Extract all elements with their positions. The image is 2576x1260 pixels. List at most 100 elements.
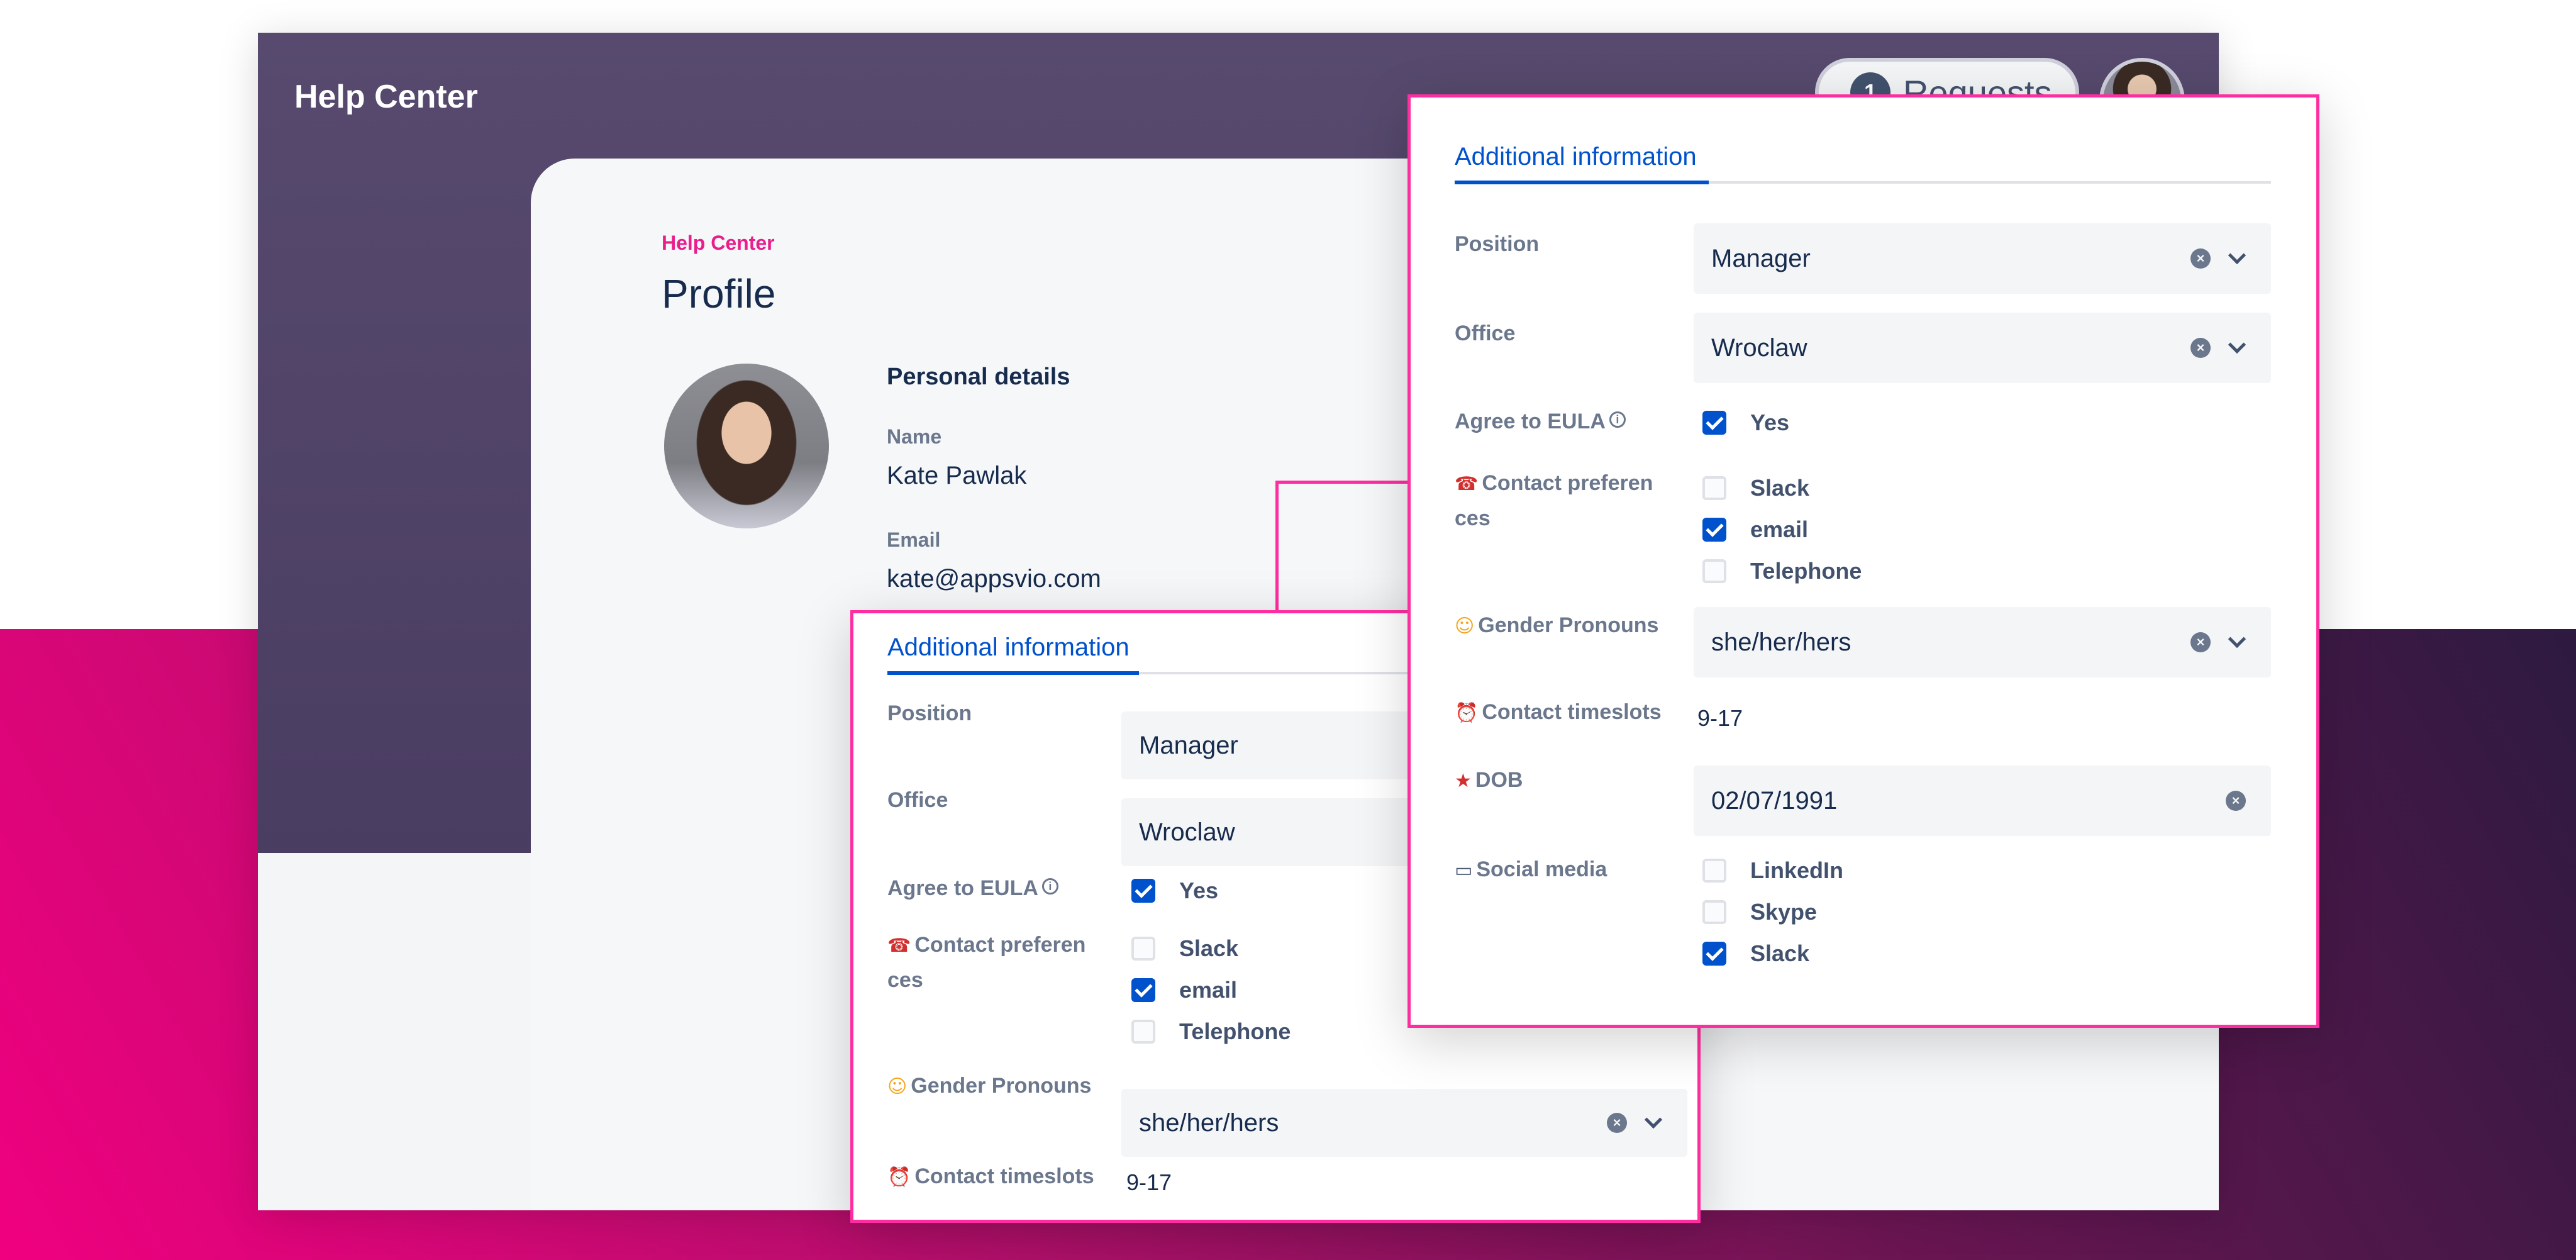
contact-preferences-label: ☎ Contact preferen ces — [1455, 466, 1675, 535]
eula-label: Agree to EULA i — [1455, 404, 1626, 438]
contact-preferences-label: ☎ Contact preferen ces — [887, 928, 1101, 997]
contact-preferences-label-text: Contact preferen ces — [1455, 471, 1653, 530]
gender-pronouns-label-text: Gender Pronouns — [911, 1074, 1092, 1098]
contact-pref-option-email[interactable]: email — [1702, 516, 1808, 543]
telephone-checkbox[interactable] — [1702, 559, 1726, 583]
office-select[interactable]: Wroclaw × — [1694, 313, 2271, 383]
name-label: Name — [887, 425, 942, 448]
breadcrumb[interactable]: Help Center — [662, 231, 775, 255]
position-select[interactable]: Manager × — [1694, 223, 2271, 294]
social-option-linkedin[interactable]: LinkedIn — [1702, 857, 1843, 884]
profile-avatar — [664, 364, 829, 528]
skype-checkbox[interactable] — [1702, 900, 1726, 924]
alarm-clock-icon: ⏰ — [1455, 702, 1479, 724]
eula-label-text: Agree to EULA — [1455, 410, 1606, 433]
alarm-clock-icon: ⏰ — [887, 1166, 911, 1188]
eula-checkbox-row[interactable]: Yes — [1131, 878, 1218, 904]
chevron-down-icon[interactable] — [2228, 246, 2246, 265]
position-value: Manager — [1711, 244, 1811, 272]
clear-icon[interactable]: × — [2190, 632, 2211, 652]
personal-details-heading: Personal details — [887, 364, 1070, 390]
face-icon: ☺ — [1455, 615, 1475, 637]
social-media-label: ▭ Social media — [1455, 852, 1607, 888]
contact-timeslots-label: ⏰ Contact timeslots — [887, 1159, 1094, 1195]
telephone-checkbox[interactable] — [1131, 1020, 1155, 1044]
name-value: Kate Pawlak — [887, 462, 1027, 489]
computer-icon: ▭ — [1455, 859, 1473, 881]
email-label: Email — [887, 528, 941, 551]
office-value: Wroclaw — [1711, 333, 1807, 362]
slack-checkbox[interactable] — [1131, 937, 1155, 961]
eula-checkbox[interactable] — [1702, 411, 1726, 435]
additional-info-panel-zoomed: Additional information Position Manager … — [1407, 94, 2319, 1028]
contact-pref-option-telephone[interactable]: Telephone — [1131, 1018, 1291, 1045]
linkedin-checkbox[interactable] — [1702, 859, 1726, 883]
gender-pronouns-label: ☺ Gender Pronouns — [887, 1069, 1091, 1104]
chevron-down-icon[interactable] — [2228, 630, 2246, 649]
social-option-slack[interactable]: Slack — [1702, 940, 1809, 967]
clear-icon[interactable]: × — [2226, 791, 2246, 811]
app-title[interactable]: Help Center — [294, 78, 478, 116]
email-checkbox[interactable] — [1131, 978, 1155, 1002]
linkedin-option-label: LinkedIn — [1750, 857, 1844, 883]
gender-pronouns-select[interactable]: she/her/hers × — [1694, 607, 2271, 677]
email-option-label: email — [1179, 977, 1238, 1003]
slack-checkbox[interactable] — [1702, 476, 1726, 500]
gender-pronouns-value: she/her/hers — [1139, 1108, 1279, 1137]
dob-date-input[interactable]: 02/07/1991 × — [1694, 766, 2271, 836]
telephone-option-label: Telephone — [1750, 558, 1862, 584]
clear-icon[interactable]: × — [2190, 248, 2211, 269]
eula-checkbox[interactable] — [1131, 879, 1155, 903]
dob-label-text: DOB — [1475, 768, 1523, 792]
contact-timeslots-label-text: Contact timeslots — [914, 1164, 1094, 1188]
dob-value: 02/07/1991 — [1711, 786, 1838, 815]
contact-pref-option-slack[interactable]: Slack — [1131, 935, 1238, 962]
tab-underline — [887, 671, 1139, 675]
tab-additional-information[interactable]: Additional information — [887, 633, 1130, 662]
office-label: Office — [887, 788, 948, 812]
clear-icon[interactable]: × — [1607, 1113, 1627, 1133]
contact-preferences-label-text: Contact preferen ces — [887, 933, 1086, 992]
email-option-label: email — [1750, 516, 1809, 542]
connector-line — [1275, 481, 1414, 613]
gender-pronouns-select[interactable]: she/her/hers × — [1121, 1089, 1687, 1157]
chevron-down-icon[interactable] — [1644, 1110, 1663, 1129]
office-label: Office — [1455, 321, 1516, 345]
contact-timeslots-value: 9-17 — [1697, 705, 1743, 731]
eula-checkbox-row[interactable]: Yes — [1702, 410, 1789, 436]
info-icon[interactable]: i — [1041, 878, 1058, 895]
tab-divider — [1709, 181, 2271, 184]
dob-label: ★ DOB — [1455, 763, 1523, 798]
position-label: Position — [1455, 232, 1540, 256]
chevron-down-icon[interactable] — [2228, 335, 2246, 354]
telephone-icon: ☎ — [1455, 473, 1479, 495]
skype-option-label: Skype — [1750, 899, 1818, 925]
gender-pronouns-label: ☺ Gender Pronouns — [1455, 608, 1658, 644]
info-icon[interactable]: i — [1609, 411, 1626, 428]
social-option-skype[interactable]: Skype — [1702, 899, 1817, 925]
slack-option-label: Slack — [1750, 475, 1810, 501]
contact-timeslots-label-text: Contact timeslots — [1482, 700, 1662, 724]
contact-pref-option-telephone[interactable]: Telephone — [1702, 558, 1862, 584]
position-label: Position — [887, 701, 972, 725]
eula-option-label: Yes — [1750, 410, 1790, 435]
contact-pref-option-slack[interactable]: Slack — [1702, 475, 1809, 501]
telephone-icon: ☎ — [887, 935, 911, 957]
page-title: Profile — [662, 271, 776, 316]
email-value: kate@appsvio.com — [887, 565, 1101, 593]
contact-pref-option-email[interactable]: email — [1131, 977, 1237, 1003]
social-media-label-text: Social media — [1476, 857, 1607, 881]
gender-pronouns-value: she/her/hers — [1711, 628, 1852, 656]
eula-label-text: Agree to EULA — [887, 876, 1038, 900]
slack-option-label: Slack — [1179, 935, 1239, 961]
clear-icon[interactable]: × — [2190, 338, 2211, 358]
face-icon: ☺ — [887, 1076, 908, 1098]
email-checkbox[interactable] — [1702, 518, 1726, 542]
contact-timeslots-label: ⏰ Contact timeslots — [1455, 695, 1662, 730]
eula-option-label: Yes — [1179, 878, 1219, 903]
eula-label: Agree to EULA i — [887, 871, 1058, 905]
tab-additional-information[interactable]: Additional information — [1455, 143, 1697, 171]
slack-social-checkbox[interactable] — [1702, 942, 1726, 966]
contact-timeslots-value: 9-17 — [1126, 1169, 1172, 1195]
tab-underline — [1455, 181, 1709, 184]
